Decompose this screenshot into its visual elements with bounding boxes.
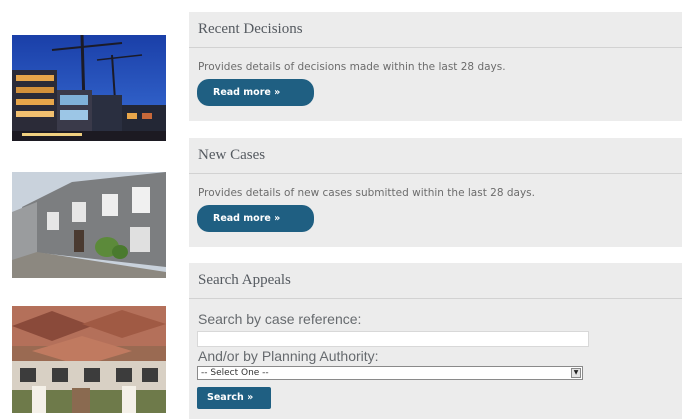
search-appeals-title: Search Appeals bbox=[198, 272, 291, 288]
search-button[interactable]: Search » bbox=[197, 387, 271, 409]
planning-authority-select[interactable]: -- Select One -- ▼ bbox=[197, 366, 583, 380]
recent-decisions-description: Provides details of decisions made withi… bbox=[198, 61, 506, 73]
search-appeals-panel: Search Appeals Search by case reference:… bbox=[189, 263, 682, 419]
new-cases-read-more-button[interactable]: Read more » bbox=[197, 205, 314, 232]
case-reference-label: Search by case reference: bbox=[198, 311, 362, 327]
planning-authority-label: And/or by Planning Authority: bbox=[198, 348, 379, 364]
case-reference-input[interactable] bbox=[197, 331, 589, 347]
housing-estate-photo bbox=[12, 306, 166, 413]
new-cases-title: New Cases bbox=[198, 147, 266, 163]
dropdown-arrow-icon[interactable]: ▼ bbox=[571, 368, 581, 378]
terraced-street-photo bbox=[12, 172, 166, 278]
planning-authority-selected-value: -- Select One -- bbox=[201, 368, 269, 378]
new-cases-panel: New Cases Provides details of new cases … bbox=[189, 138, 682, 247]
city-skyline-photo bbox=[12, 35, 166, 141]
recent-decisions-read-more-button[interactable]: Read more » bbox=[197, 79, 314, 106]
new-cases-description: Provides details of new cases submitted … bbox=[198, 187, 535, 199]
title-divider bbox=[189, 298, 682, 299]
recent-decisions-panel: Recent Decisions Provides details of dec… bbox=[189, 12, 682, 121]
appeals-page: Recent Decisions Provides details of dec… bbox=[0, 0, 682, 419]
recent-decisions-title: Recent Decisions bbox=[198, 21, 303, 37]
